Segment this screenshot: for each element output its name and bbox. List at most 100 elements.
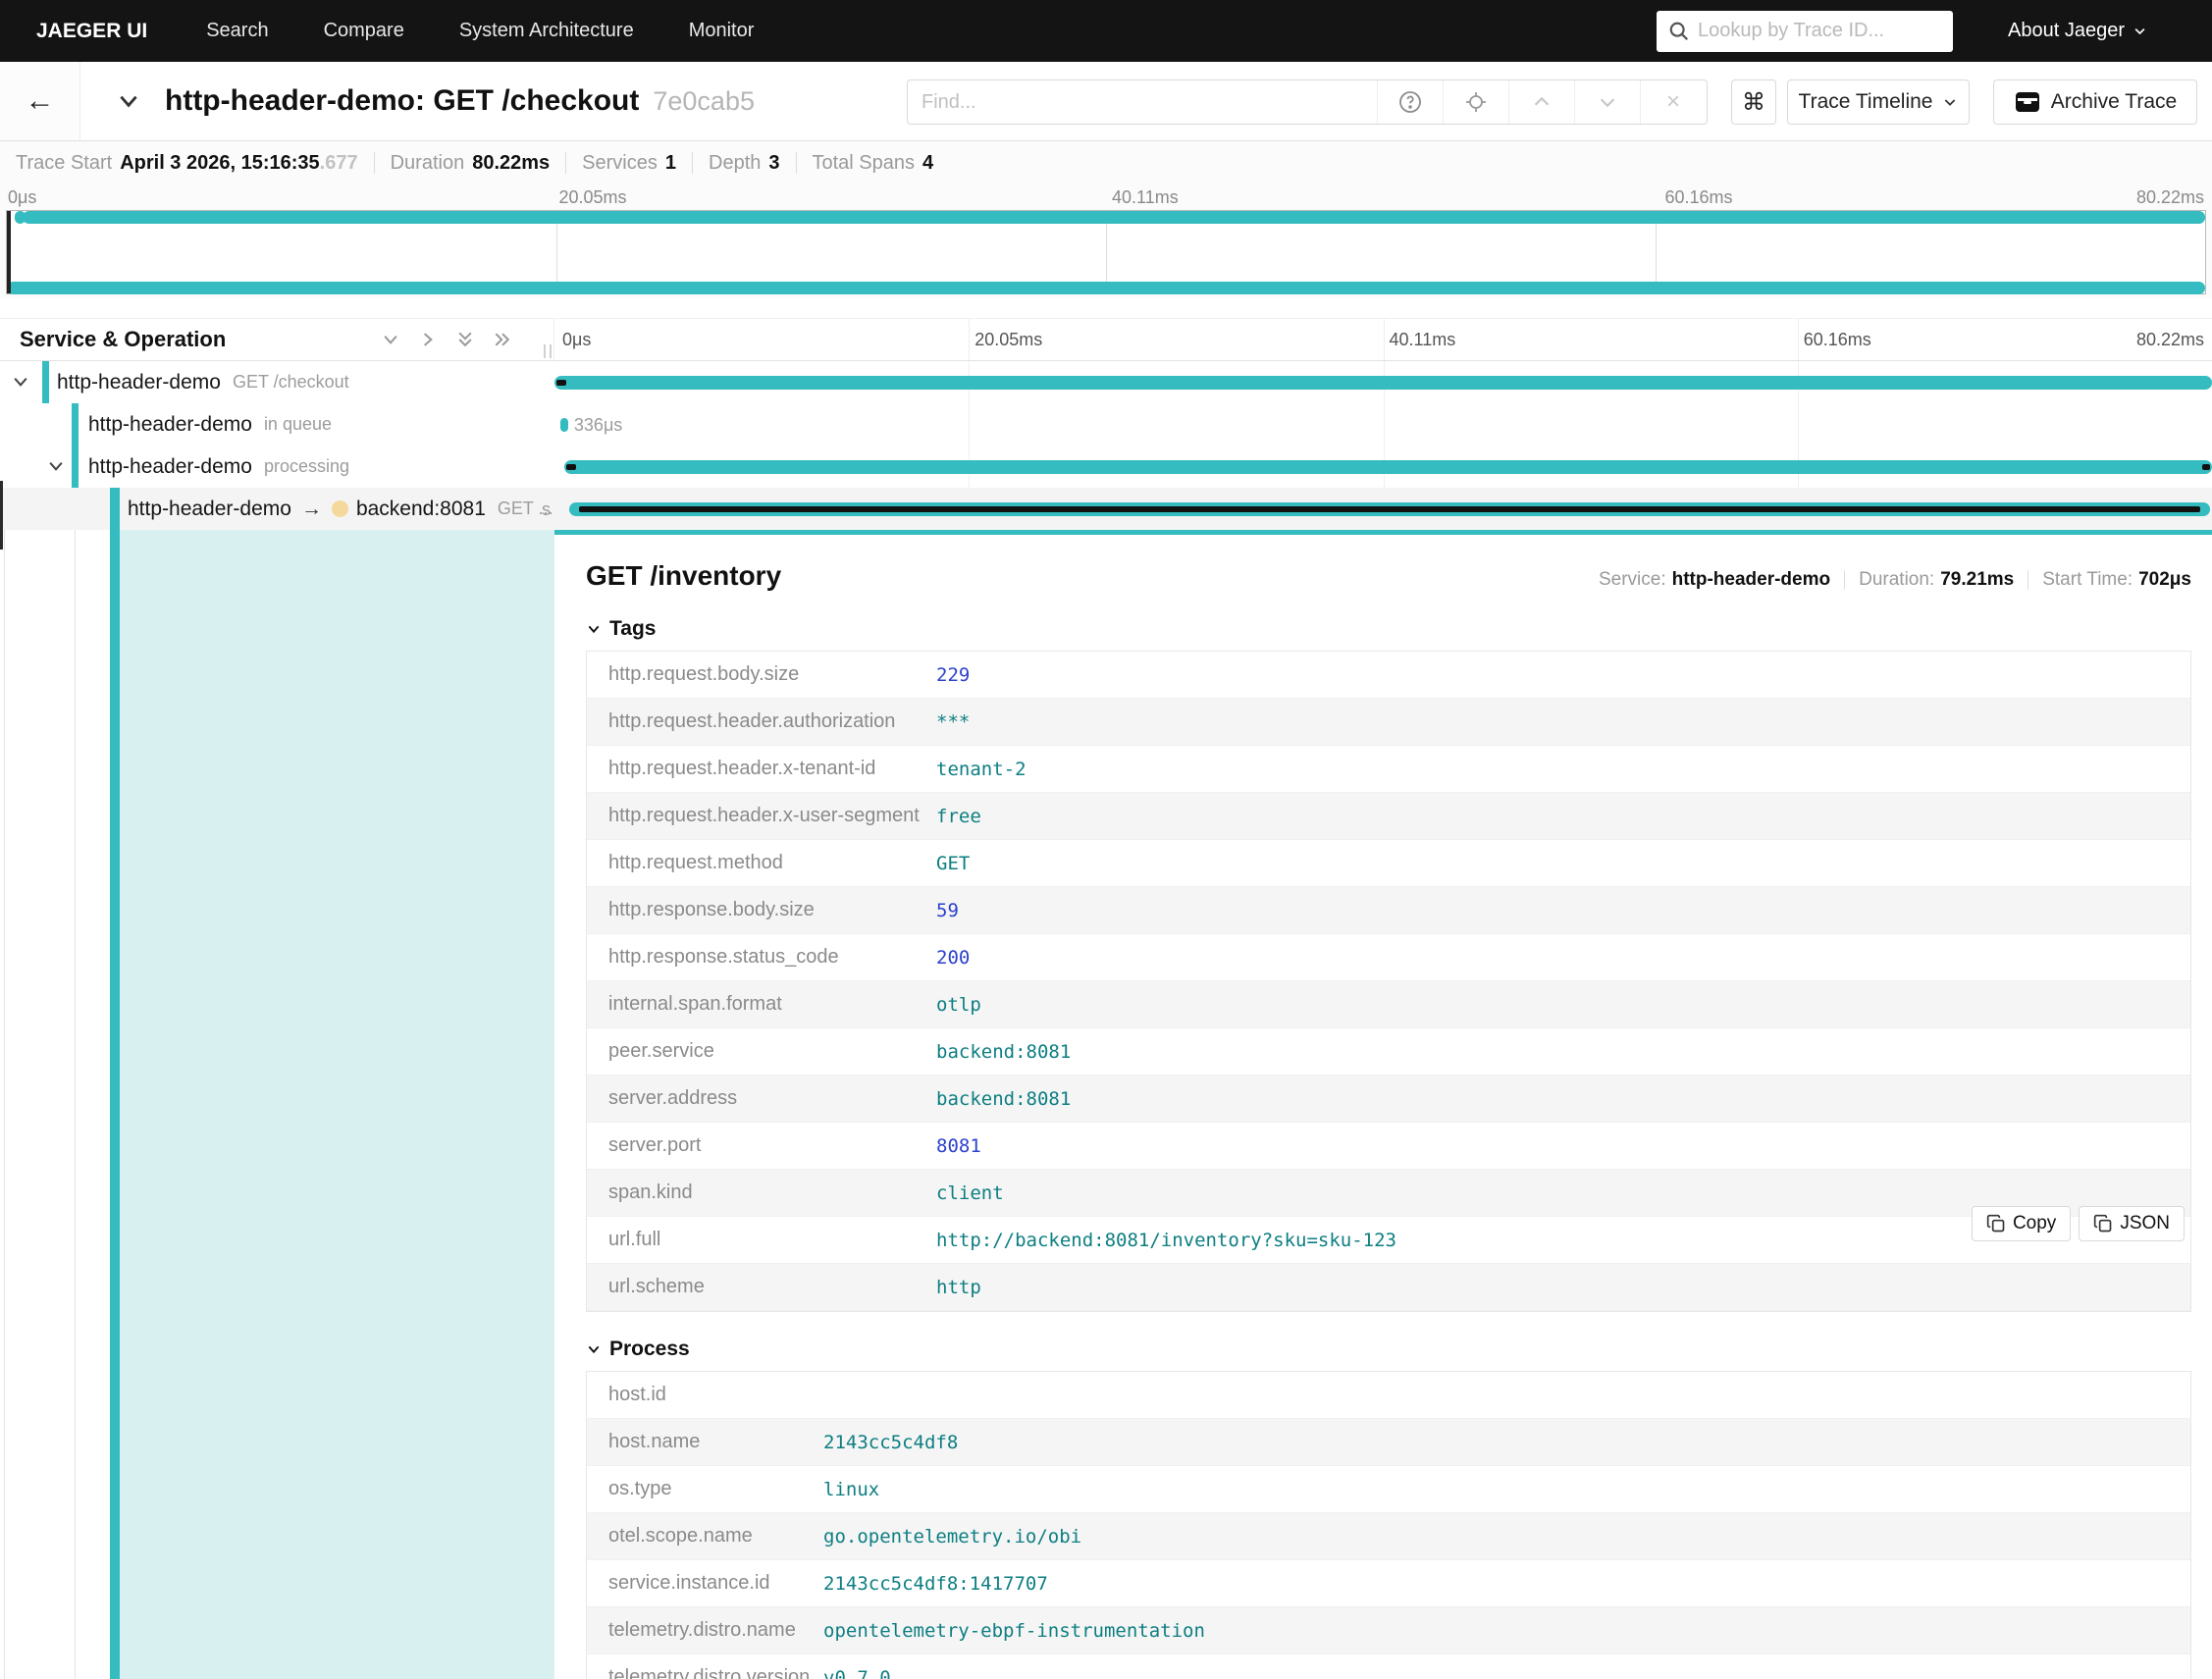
keyboard-shortcuts-button[interactable]: ⌘ — [1731, 79, 1776, 125]
tag-key: internal.span.format — [608, 993, 782, 1015]
nav-menu-item[interactable]: Search — [206, 20, 268, 42]
span-name-cell[interactable]: http-header-demo processing — [0, 446, 554, 488]
process-row[interactable]: host.name 2143cc5c4df8 — [587, 1419, 2190, 1466]
process-row[interactable]: os.type linux — [587, 1466, 2190, 1513]
tag-row[interactable]: http.request.header.authorization *** — [587, 699, 2190, 746]
duration-value: 80.22ms — [472, 151, 551, 174]
tag-value: backend:8081 — [936, 1087, 1072, 1110]
nav-menu-item[interactable]: System Architecture — [459, 20, 634, 42]
span-row-backend-selected[interactable]: http-header-demo → backend:8081 GET ... … — [0, 488, 2212, 530]
process-row[interactable]: host.id — [587, 1372, 2190, 1419]
collapse-span-chevron[interactable] — [46, 456, 66, 476]
copy-value-button[interactable]: Copy — [1971, 1206, 2072, 1241]
span-bar-selected[interactable] — [569, 502, 2211, 516]
back-button[interactable]: ← — [0, 62, 80, 140]
trace-title: http-header-demo: GET /checkout 7e0cab5 — [165, 84, 755, 118]
find-prev-button[interactable] — [1508, 80, 1574, 124]
process-key: service.instance.id — [608, 1572, 770, 1594]
jaeger-trace-page: JAEGER UI Search Compare System Architec… — [0, 0, 2212, 1679]
span-row-root[interactable]: http-header-demo GET /checkout — [0, 361, 2212, 403]
tag-row[interactable]: http.request.method GET — [587, 840, 2190, 887]
tag-row[interactable]: http.request.body.size 229 — [587, 652, 2190, 699]
timeline-header: Service & Operation 0μs 20.05ms 40.11ms … — [0, 318, 2212, 361]
app-logo[interactable]: JAEGER UI — [36, 20, 147, 43]
process-row[interactable]: otel.scope.name go.opentelemetry.io/obi — [587, 1513, 2190, 1560]
self-time-marker — [566, 464, 577, 470]
expand-all-button[interactable] — [493, 330, 512, 349]
span-name-cell[interactable]: http-header-demo in queue — [0, 403, 554, 446]
about-jaeger-menu[interactable]: About Jaeger — [2008, 20, 2147, 42]
scrollbar-thumb[interactable] — [0, 481, 3, 550]
span-timeline-cell[interactable] — [554, 446, 2212, 488]
span-name-cell[interactable]: http-header-demo GET /checkout — [0, 361, 554, 403]
span-operation-name: in queue — [263, 414, 333, 434]
find-next-button[interactable] — [1574, 80, 1640, 124]
tag-row[interactable]: url.full http://backend:8081/inventory?s… — [587, 1217, 2190, 1264]
duration-value: 79.21ms — [1940, 569, 2015, 590]
find-clear-button[interactable]: × — [1640, 80, 1706, 124]
tag-row[interactable]: peer.service backend:8081 — [587, 1028, 2190, 1076]
archive-trace-button[interactable]: Archive Trace — [1993, 79, 2197, 125]
nav-menu-item[interactable]: Compare — [324, 20, 404, 42]
trace-view-label: Trace Timeline — [1798, 90, 1933, 113]
column-resizer-handle[interactable] — [544, 344, 552, 358]
process-value: v0.7.0 — [823, 1666, 891, 1679]
services-value: 1 — [664, 151, 676, 174]
span-bar[interactable] — [564, 460, 2212, 474]
collapse-span-chevron[interactable] — [11, 372, 30, 392]
tag-row[interactable]: server.address backend:8081 — [587, 1076, 2190, 1123]
tag-row[interactable]: http.request.header.x-user-segment free — [587, 793, 2190, 840]
trace-lookup-box[interactable] — [1657, 10, 1954, 52]
chevron-down-icon — [1600, 98, 1615, 108]
span-name-cell[interactable]: http-header-demo → backend:8081 GET ... … — [0, 488, 554, 530]
trace-title-text: http-header-demo: GET /checkout — [165, 84, 640, 117]
tag-value: client — [936, 1181, 1004, 1204]
collapse-one-button[interactable] — [381, 330, 400, 349]
span-service-name: http-header-demo — [88, 412, 252, 436]
process-row[interactable]: service.instance.id 2143cc5c4df8:1417707 — [587, 1560, 2190, 1607]
trace-summary-bar: Trace Start April 3 2026, 15:16:35.677 D… — [0, 141, 2212, 184]
span-row-processing[interactable]: http-header-demo processing — [0, 446, 2212, 488]
tag-row[interactable]: http.request.header.x-tenant-id tenant-2 — [587, 746, 2190, 793]
expand-one-button[interactable] — [418, 330, 438, 349]
span-bar[interactable] — [559, 418, 569, 432]
span-duration-label: 336μs — [573, 415, 623, 435]
tag-key: http.request.header.x-user-segment — [608, 805, 920, 826]
tick-label: 40.11ms — [1112, 187, 1179, 207]
nav-menu-item[interactable]: Monitor — [689, 20, 755, 42]
span-timeline-cell[interactable] — [554, 361, 2212, 403]
about-jaeger-label: About Jaeger — [2008, 20, 2125, 41]
process-row[interactable]: telemetry.distro.version v0.7.0 — [587, 1654, 2190, 1679]
span-timeline-cell[interactable] — [554, 488, 2212, 530]
find-help-button[interactable] — [1377, 80, 1443, 124]
tag-row[interactable]: server.port 8081 — [587, 1123, 2190, 1170]
tag-row[interactable]: http.response.status_code 200 — [587, 934, 2190, 981]
copy-icon — [1986, 1214, 2005, 1233]
collapse-all-button[interactable] — [455, 330, 475, 349]
tags-section-toggle[interactable]: Tags — [586, 617, 2191, 641]
collapse-trace-header-button[interactable] — [116, 88, 141, 114]
tag-row[interactable]: http.response.body.size 59 — [587, 887, 2190, 934]
span-timeline-cell[interactable]: 336μs — [554, 403, 2212, 446]
tag-row[interactable]: span.kind client — [587, 1170, 2190, 1217]
minimap-canvas[interactable] — [6, 210, 2206, 294]
trace-start-value: April 3 2026, 15:16:35.677 — [120, 151, 358, 174]
process-row[interactable]: telemetry.distro.name opentelemetry-ebpf… — [587, 1607, 2190, 1654]
chevron-down-icon — [49, 462, 63, 471]
crosshair-icon — [1466, 92, 1486, 112]
span-service-name: http-header-demo — [88, 454, 252, 478]
process-section-toggle[interactable]: Process — [586, 1338, 2191, 1361]
span-row-in-queue[interactable]: http-header-demo in queue 336μs — [0, 403, 2212, 446]
trace-view-dropdown[interactable]: Trace Timeline — [1787, 79, 1970, 125]
minimap-scrub-handle[interactable] — [7, 211, 11, 293]
tag-row[interactable]: url.scheme http — [587, 1264, 2190, 1311]
find-input[interactable] — [908, 80, 1377, 124]
copy-json-button[interactable]: JSON — [2079, 1206, 2185, 1241]
client-arrow-icon: → — [300, 497, 322, 520]
focus-span-button[interactable] — [1443, 80, 1508, 124]
tag-key: http.request.body.size — [608, 663, 800, 685]
tag-value: http — [936, 1276, 981, 1298]
tag-row[interactable]: internal.span.format otlp — [587, 981, 2190, 1028]
trace-lookup-input[interactable] — [1698, 20, 1942, 42]
span-bar[interactable] — [554, 376, 2212, 390]
